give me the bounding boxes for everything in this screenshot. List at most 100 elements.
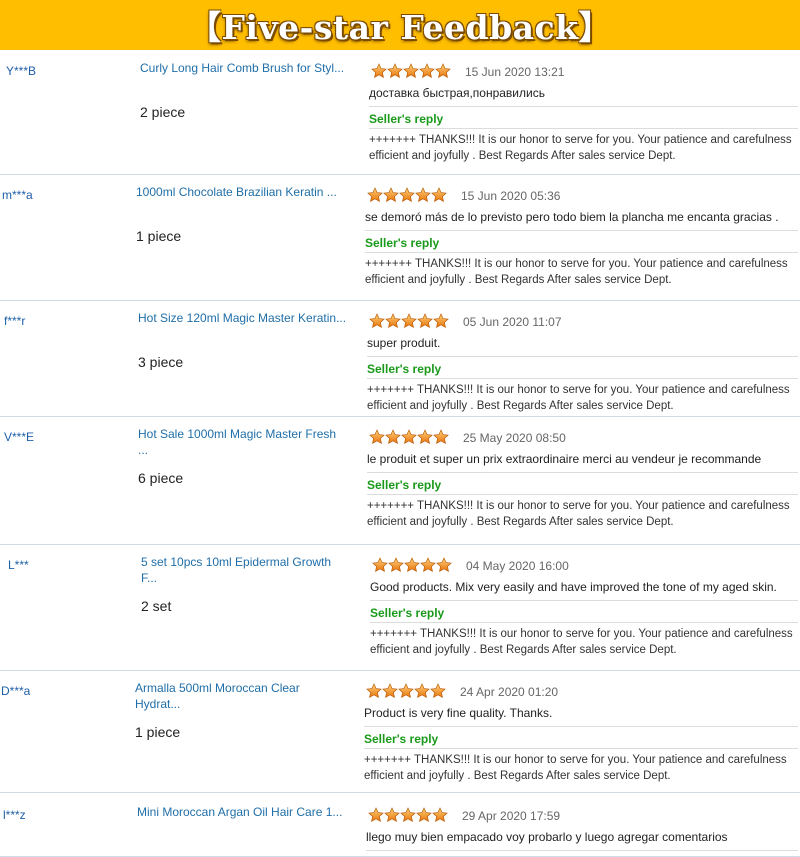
- star-icon: [372, 557, 388, 573]
- star-icon: [400, 807, 416, 823]
- star-icon: [385, 429, 401, 445]
- review-comment: llego muy bien empacado voy probarlo y l…: [366, 830, 728, 844]
- review-comment: se demoró más de lo previsto pero todo b…: [365, 210, 779, 224]
- reply-divider: [367, 472, 798, 473]
- reply-divider: [365, 230, 798, 231]
- feedback-row: Y***B Curly Long Hair Comb Brush for Sty…: [0, 52, 800, 175]
- rating-stars: [366, 683, 446, 699]
- review-date: 15 Jun 2020 13:21: [465, 65, 565, 79]
- star-icon: [369, 313, 385, 329]
- star-icon: [369, 429, 385, 445]
- rating-stars: [367, 187, 447, 203]
- product-name: 5 set 10pcs 10ml Epidermal Growth: [141, 555, 332, 569]
- order-quantity: 2 set: [141, 598, 172, 614]
- star-icon: [366, 683, 382, 699]
- star-icon: [385, 313, 401, 329]
- feedback-row: f***r Hot Size 120ml Magic Master Kerati…: [0, 302, 800, 417]
- product-name-cont: F...: [141, 571, 158, 585]
- order-quantity: 2 piece: [140, 104, 186, 120]
- reviewer-name[interactable]: V***E: [4, 430, 34, 444]
- review-comment: доставка быстрая,понравились: [369, 86, 545, 100]
- reviewer-name[interactable]: l***z: [3, 808, 26, 822]
- star-icon: [417, 313, 433, 329]
- star-icon: [416, 807, 432, 823]
- product-name: Armalla 500ml Moroccan Clear: [135, 681, 300, 695]
- seller-reply-label: Seller's reply: [365, 236, 440, 250]
- seller-reply-label: Seller's reply: [369, 112, 444, 126]
- feedback-row: l***z Mini Moroccan Argan Oil Hair Care …: [0, 796, 800, 857]
- reply-divider: [364, 726, 798, 727]
- reviewer-name[interactable]: L***: [8, 558, 29, 572]
- review-date: 15 Jun 2020 05:36: [461, 189, 561, 203]
- review-date: 29 Apr 2020 17:59: [462, 809, 561, 823]
- star-icon: [382, 683, 398, 699]
- star-icon: [399, 187, 415, 203]
- review-date: 25 May 2020 08:50: [463, 431, 566, 445]
- star-icon: [436, 557, 452, 573]
- star-icon: [433, 429, 449, 445]
- reply-divider: [369, 106, 798, 107]
- star-icon: [420, 557, 436, 573]
- reply-divider: [370, 600, 798, 601]
- order-quantity: 3 piece: [138, 354, 184, 370]
- seller-reply-label: Seller's reply: [367, 362, 442, 376]
- review-comment: le produit et super un prix extraordinai…: [367, 452, 762, 466]
- product-name: Curly Long Hair Comb Brush for Styl...: [140, 61, 345, 75]
- reviewer-name[interactable]: f***r: [4, 314, 25, 328]
- review-date: 24 Apr 2020 01:20: [460, 685, 559, 699]
- star-icon: [387, 63, 403, 79]
- reply-line: efficient and joyfully . Best Regards Af…: [367, 400, 674, 412]
- reply-line: efficient and joyfully . Best Regards Af…: [365, 274, 672, 286]
- star-icon: [388, 557, 404, 573]
- star-icon: [431, 187, 447, 203]
- product-link[interactable]: Armalla 500ml Moroccan Clear Hydrat...: [135, 680, 347, 712]
- reply-line: efficient and joyfully . Best Regards Af…: [367, 516, 674, 528]
- star-icon: [415, 187, 431, 203]
- reply-line: efficient and joyfully . Best Regards Af…: [369, 150, 676, 162]
- reply-line: +++++++ THANKS!!! It is our honor to ser…: [370, 628, 793, 640]
- star-icon: [401, 313, 417, 329]
- review-date: 04 May 2020 16:00: [466, 559, 569, 573]
- review-comment: Good products. Mix very easily and have …: [370, 580, 777, 594]
- reviewer-name[interactable]: m***a: [2, 188, 33, 202]
- rating-stars: [368, 807, 448, 823]
- rating-stars: [369, 313, 449, 329]
- star-icon: [430, 683, 446, 699]
- product-link[interactable]: Hot Size 120ml Magic Master Keratin...: [138, 310, 350, 326]
- seller-reply-text: +++++++ THANKS!!! It is our honor to ser…: [365, 256, 800, 288]
- product-link[interactable]: 5 set 10pcs 10ml Epidermal Growth F...: [141, 554, 353, 586]
- feedback-row: L*** 5 set 10pcs 10ml Epidermal Growth F…: [0, 546, 800, 671]
- product-link[interactable]: Mini Moroccan Argan Oil Hair Care 1...: [137, 804, 349, 820]
- star-icon: [398, 683, 414, 699]
- feedback-row: m***a 1000ml Chocolate Brazilian Keratin…: [0, 176, 800, 301]
- star-icon: [432, 807, 448, 823]
- star-icon: [414, 683, 430, 699]
- banner-title: 【Five-star Feedback】: [187, 8, 612, 47]
- star-icon: [383, 187, 399, 203]
- seller-reply-text: +++++++ THANKS!!! It is our honor to ser…: [369, 132, 800, 164]
- product-link[interactable]: Curly Long Hair Comb Brush for Styl...: [140, 60, 352, 76]
- reply-divider: [367, 356, 798, 357]
- product-link[interactable]: Hot Sale 1000ml Magic Master Fresh ...: [138, 426, 350, 458]
- reply-divider: [366, 850, 798, 851]
- rating-stars: [371, 63, 451, 79]
- feedback-banner: 【Five-star Feedback】: [0, 0, 800, 50]
- reply-divider: [367, 378, 798, 379]
- star-icon: [433, 313, 449, 329]
- product-name-cont: Hydrat...: [135, 697, 181, 711]
- star-icon: [417, 429, 433, 445]
- reply-line: +++++++ THANKS!!! It is our honor to ser…: [369, 134, 792, 146]
- reviewer-name[interactable]: Y***B: [6, 64, 36, 78]
- product-name: Mini Moroccan Argan Oil Hair Care 1...: [137, 805, 343, 819]
- reviewer-name[interactable]: D***a: [1, 684, 30, 698]
- star-icon: [371, 63, 387, 79]
- feedback-row: V***E Hot Sale 1000ml Magic Master Fresh…: [0, 418, 800, 545]
- reply-line: efficient and joyfully . Best Regards Af…: [370, 644, 677, 656]
- product-link[interactable]: 1000ml Chocolate Brazilian Keratin ...: [136, 184, 348, 200]
- product-name: Hot Size 120ml Magic Master Keratin...: [138, 311, 347, 325]
- order-quantity: 1 piece: [135, 724, 181, 740]
- reply-line: efficient and joyfully . Best Regards Af…: [364, 770, 671, 782]
- order-quantity: 1 piece: [136, 228, 182, 244]
- reply-line: +++++++ THANKS!!! It is our honor to ser…: [367, 500, 790, 512]
- reply-divider: [365, 252, 798, 253]
